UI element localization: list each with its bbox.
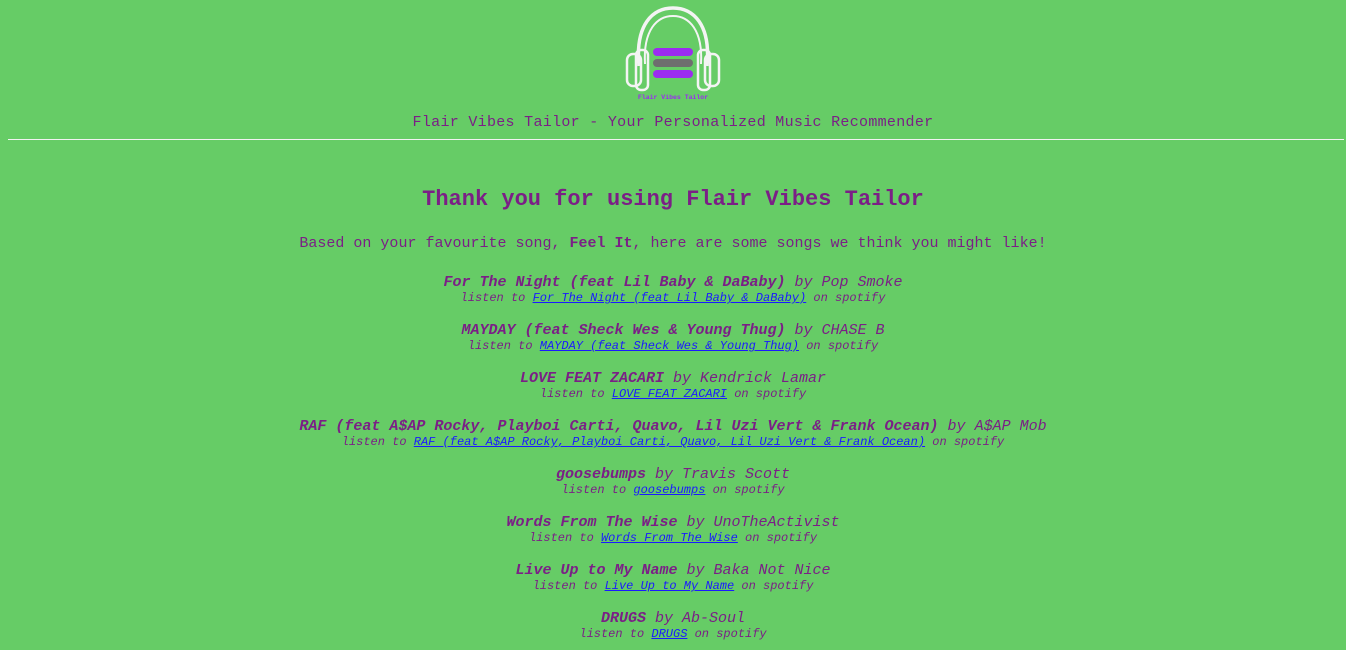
song-artist: Kendrick Lamar xyxy=(700,370,827,387)
by-label: by xyxy=(654,610,673,627)
song-artist: Travis Scott xyxy=(682,466,791,483)
listen-to-label: listen to xyxy=(561,483,627,497)
recommendation-item: RAF (feat A$AP Rocky, Playboi Carti, Qua… xyxy=(0,418,1346,466)
song-line: Words From The Wise by UnoTheActivist xyxy=(0,514,1346,531)
on-spotify-label: on spotify xyxy=(712,483,785,497)
song-line: goosebumps by Travis Scott xyxy=(0,466,1346,483)
song-artist: CHASE B xyxy=(821,322,885,339)
recommendation-item: DRUGS by Ab-Soul listen to DRUGS on spot… xyxy=(0,610,1346,650)
recommendation-item: MAYDAY (feat Sheck Wes & Young Thug) by … xyxy=(0,322,1346,370)
on-spotify-label: on spotify xyxy=(932,435,1005,449)
song-line: LOVE FEAT ZACARI by Kendrick Lamar xyxy=(0,370,1346,387)
song-line: DRUGS by Ab-Soul xyxy=(0,610,1346,627)
song-artist: UnoTheActivist xyxy=(713,514,840,531)
on-spotify-label: on spotify xyxy=(734,387,807,401)
song-title: Words From The Wise xyxy=(506,514,678,531)
intro-suffix: , here are some songs we think you might… xyxy=(632,235,1047,252)
intro-text: Based on your favourite song, Feel It, h… xyxy=(0,235,1346,252)
song-title: For The Night (feat Lil Baby & DaBaby) xyxy=(443,274,786,291)
song-title: LOVE FEAT ZACARI xyxy=(519,370,664,387)
site-tagline: Flair Vibes Tailor - Your Personalized M… xyxy=(412,114,934,131)
page-title: Thank you for using Flair Vibes Tailor xyxy=(422,187,924,212)
on-spotify-label: on spotify xyxy=(741,579,814,593)
recommendation-item: LOVE FEAT ZACARI by Kendrick Lamar liste… xyxy=(0,370,1346,418)
spotify-link[interactable]: goosebumps xyxy=(633,483,705,497)
logo-text: Flair Vibes Tailor xyxy=(638,94,708,101)
song-artist: Baka Not Nice xyxy=(713,562,831,579)
by-label: by xyxy=(654,466,673,483)
song-title: Live Up to My Name xyxy=(515,562,678,579)
listen-to-label: listen to xyxy=(460,291,526,305)
song-title: MAYDAY (feat Sheck Wes & Young Thug) xyxy=(461,322,786,339)
recommendation-item: Live Up to My Name by Baka Not Nice list… xyxy=(0,562,1346,610)
spotify-link[interactable]: Live Up to My Name xyxy=(605,579,735,593)
listen-to-label: listen to xyxy=(341,435,407,449)
logo[interactable]: Flair Vibes Tailor xyxy=(0,4,1346,104)
by-label: by xyxy=(794,274,813,291)
on-spotify-label: on spotify xyxy=(694,627,767,641)
song-artist: Ab-Soul xyxy=(682,610,746,627)
listen-line: listen to For The Night (feat Lil Baby &… xyxy=(0,291,1346,306)
recommendation-item: Words From The Wise by UnoTheActivist li… xyxy=(0,514,1346,562)
listen-line: listen to Words From The Wise on spotify xyxy=(0,531,1346,546)
by-label: by xyxy=(794,322,813,339)
listen-line: listen to DRUGS on spotify xyxy=(0,627,1346,642)
song-title: RAF (feat A$AP Rocky, Playboi Carti, Qua… xyxy=(299,418,939,435)
recommendation-item: For The Night (feat Lil Baby & DaBaby) b… xyxy=(0,274,1346,322)
listen-line: listen to RAF (feat A$AP Rocky, Playboi … xyxy=(0,435,1346,450)
listen-line: listen to Live Up to My Name on spotify xyxy=(0,579,1346,594)
song-title: goosebumps xyxy=(555,466,646,483)
spotify-link[interactable]: MAYDAY (feat Sheck Wes & Young Thug) xyxy=(540,339,799,353)
spotify-link[interactable]: LOVE FEAT ZACARI xyxy=(612,387,727,401)
listen-to-label: listen to xyxy=(467,339,533,353)
listen-to-label: listen to xyxy=(532,579,598,593)
recommendation-item: goosebumps by Travis Scott listen to goo… xyxy=(0,466,1346,514)
listen-line: listen to MAYDAY (feat Sheck Wes & Young… xyxy=(0,339,1346,354)
header-divider xyxy=(8,139,1344,140)
song-line: For The Night (feat Lil Baby & DaBaby) b… xyxy=(0,274,1346,291)
on-spotify-label: on spotify xyxy=(813,291,886,305)
headphones-icon: Flair Vibes Tailor xyxy=(625,6,721,101)
page: Flair Vibes Tailor Flair Vibes Tailor - … xyxy=(0,0,1346,650)
spotify-link[interactable]: DRUGS xyxy=(651,627,687,641)
listen-line: listen to LOVE FEAT ZACARI on spotify xyxy=(0,387,1346,402)
song-artist: Pop Smoke xyxy=(821,274,903,291)
recommendation-list: For The Night (feat Lil Baby & DaBaby) b… xyxy=(0,274,1346,650)
by-label: by xyxy=(672,370,691,387)
by-label: by xyxy=(686,562,705,579)
intro-prefix: Based on your favourite song, xyxy=(299,235,561,252)
favourite-song: Feel It xyxy=(569,235,633,252)
listen-to-label: listen to xyxy=(539,387,605,401)
song-artist: A$AP Mob xyxy=(974,418,1047,435)
by-label: by xyxy=(947,418,966,435)
spotify-link[interactable]: For The Night (feat Lil Baby & DaBaby) xyxy=(533,291,807,305)
listen-line: listen to goosebumps on spotify xyxy=(0,483,1346,498)
listen-to-label: listen to xyxy=(528,531,594,545)
song-line: RAF (feat A$AP Rocky, Playboi Carti, Qua… xyxy=(0,418,1346,435)
song-title: DRUGS xyxy=(600,610,646,627)
song-line: Live Up to My Name by Baka Not Nice xyxy=(0,562,1346,579)
on-spotify-label: on spotify xyxy=(806,339,879,353)
listen-to-label: listen to xyxy=(579,627,645,641)
spotify-link[interactable]: Words From The Wise xyxy=(601,531,738,545)
spotify-link[interactable]: RAF (feat A$AP Rocky, Playboi Carti, Qua… xyxy=(414,435,925,449)
by-label: by xyxy=(686,514,705,531)
song-line: MAYDAY (feat Sheck Wes & Young Thug) by … xyxy=(0,322,1346,339)
on-spotify-label: on spotify xyxy=(745,531,818,545)
